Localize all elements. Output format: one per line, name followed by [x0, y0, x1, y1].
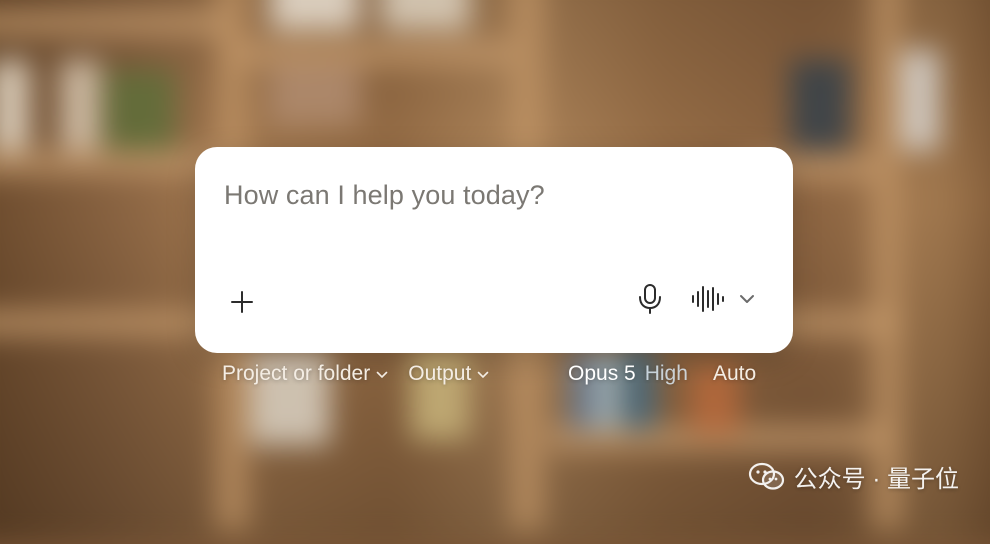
voice-waveform-icon: [692, 286, 724, 312]
output-dropdown[interactable]: Output: [408, 362, 489, 386]
effort-level: High: [644, 362, 688, 385]
plus-icon: [231, 291, 253, 313]
chevron-down-icon[interactable]: [739, 294, 755, 304]
microphone-icon: [639, 284, 661, 314]
project-folder-label: Project or folder: [222, 362, 371, 385]
model-name: Opus 5: [568, 362, 636, 385]
chevron-down-icon: [477, 371, 489, 379]
chat-composer[interactable]: How can I help you today?: [195, 147, 793, 353]
chevron-down-icon: [376, 371, 388, 379]
add-attachment-button[interactable]: [225, 285, 259, 319]
output-label: Output: [408, 362, 472, 385]
prompt-input-placeholder[interactable]: How can I help you today?: [224, 180, 545, 211]
dictation-button[interactable]: [633, 281, 667, 317]
auto-mode-toggle[interactable]: Auto: [713, 362, 756, 386]
project-folder-dropdown[interactable]: Project or folder: [222, 362, 388, 386]
model-selector[interactable]: Opus 5 High: [568, 362, 688, 386]
voice-mode-button[interactable]: [691, 281, 763, 317]
composer-options-row: Project or folder Output: [222, 362, 489, 386]
wechat-icon: [748, 462, 784, 490]
watermark: 公众号 · 量子位: [748, 459, 959, 494]
watermark-text: 公众号 · 量子位: [793, 466, 959, 493]
